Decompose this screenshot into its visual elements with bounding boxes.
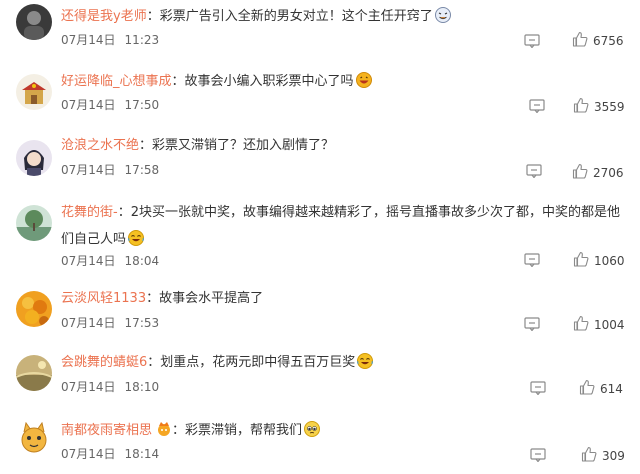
like-count: 2706 (593, 166, 624, 180)
comment-date: 07月14日 (61, 254, 116, 268)
like-button[interactable]: 3559 (573, 97, 625, 117)
comment-reply-icon[interactable] (530, 380, 546, 396)
comment-meta: 07月14日 17:50 (61, 96, 159, 113)
colon: ： (139, 138, 153, 153)
colon: ： (171, 74, 185, 89)
like-button[interactable]: 6756 (572, 31, 624, 51)
like-button[interactable]: 1004 (573, 315, 625, 335)
comment-text: 故事会小编入职彩票中心了吗 (184, 74, 354, 89)
thumbs-up-icon (572, 163, 588, 183)
comment-date: 07月14日 (61, 98, 116, 112)
comment-text: 故事会水平提高了 (159, 291, 264, 306)
comment-meta: 07月14日 18:10 (61, 378, 159, 395)
comment-meta: 07月14日 18:14 (61, 445, 159, 462)
username[interactable]: 南都夜雨寄相思 (61, 423, 152, 438)
thumbs-up-icon (573, 251, 589, 271)
username[interactable]: 会跳舞的蜻蜓6 (61, 355, 147, 370)
comment-date: 07月14日 (61, 380, 116, 394)
comment-time: 17:50 (124, 98, 160, 112)
comment-time: 17:53 (124, 316, 160, 330)
username[interactable]: 好运降临_心想事成 (61, 74, 172, 89)
username[interactable]: 云淡风轻1133 (61, 291, 146, 306)
avatar[interactable] (16, 355, 52, 391)
avatar[interactable] (16, 4, 52, 40)
comment-text: 彩票广告引入全新的男女对立！这个主任开窍了 (159, 9, 433, 24)
username[interactable]: 沧浪之水不绝 (61, 138, 139, 153)
comment-reply-icon[interactable] (524, 316, 540, 332)
comment-meta: 07月14日 17:58 (61, 161, 159, 178)
comment-date: 07月14日 (61, 33, 116, 47)
comment-time: 11:23 (124, 33, 160, 47)
comment-date: 07月14日 (61, 447, 116, 461)
like-button[interactable]: 614 (579, 379, 623, 399)
like-count: 3559 (594, 100, 625, 114)
like-count: 1004 (594, 318, 625, 332)
comment-reply-icon[interactable] (529, 98, 545, 114)
comment-meta: 07月14日 11:23 (61, 31, 159, 48)
username[interactable]: 花舞的街- (61, 205, 118, 220)
thumbs-up-icon (579, 379, 595, 399)
avatar[interactable] (16, 205, 52, 241)
colon: ： (117, 205, 131, 220)
comment-reply-icon[interactable] (530, 447, 546, 463)
like-count: 6756 (593, 34, 624, 48)
comment-date: 07月14日 (61, 163, 116, 177)
comment-text: 划重点，花两元即中得五百万巨奖 (160, 355, 356, 370)
like-count: 309 (602, 449, 625, 463)
colon: ： (172, 423, 186, 438)
laugh-cry-emoji (128, 229, 145, 246)
username[interactable]: 还得是我y老师 (61, 9, 147, 24)
fan-badge-icon (156, 421, 172, 437)
comment-meta: 07月14日 18:04 (61, 252, 159, 269)
colon: ： (147, 355, 161, 370)
comment-text: 2块买一张就中奖，故事编得越来越精彩了，摇号直播事故多少次了都，中奖的都是他们自… (61, 205, 620, 247)
thumbs-up-icon (573, 315, 589, 335)
comment-time: 17:58 (124, 163, 160, 177)
laughing-dizzy-emoji (434, 7, 451, 23)
comment-time: 18:10 (124, 380, 160, 394)
comment-reply-icon[interactable] (526, 163, 542, 179)
like-button[interactable]: 309 (581, 446, 625, 466)
comment-text: 彩票滞销，帮帮我们 (185, 423, 303, 438)
comment-date: 07月14日 (61, 316, 116, 330)
colon: ： (146, 9, 160, 24)
comment-time: 18:04 (124, 254, 160, 268)
grinning-emoji (355, 72, 372, 88)
avatar[interactable] (16, 420, 52, 456)
laugh-cry-emoji (357, 353, 374, 369)
comment-reply-icon[interactable] (524, 33, 540, 49)
comment-meta: 07月14日 17:53 (61, 314, 159, 331)
comment-time: 18:14 (124, 447, 160, 461)
thumbs-up-icon (573, 97, 589, 117)
colon: ： (146, 291, 160, 306)
thumbs-up-icon (572, 31, 588, 51)
like-count: 1060 (594, 254, 625, 268)
pleading-emoji (304, 421, 321, 437)
comment-reply-icon[interactable] (524, 252, 540, 268)
avatar[interactable] (16, 74, 52, 110)
avatar[interactable] (16, 291, 52, 327)
thumbs-up-icon (581, 446, 597, 466)
avatar[interactable] (16, 140, 52, 176)
comment-text: 彩票又滞销了？还加入剧情了？ (152, 138, 335, 153)
like-button[interactable]: 1060 (573, 251, 625, 271)
like-count: 614 (600, 382, 623, 396)
like-button[interactable]: 2706 (572, 163, 624, 183)
